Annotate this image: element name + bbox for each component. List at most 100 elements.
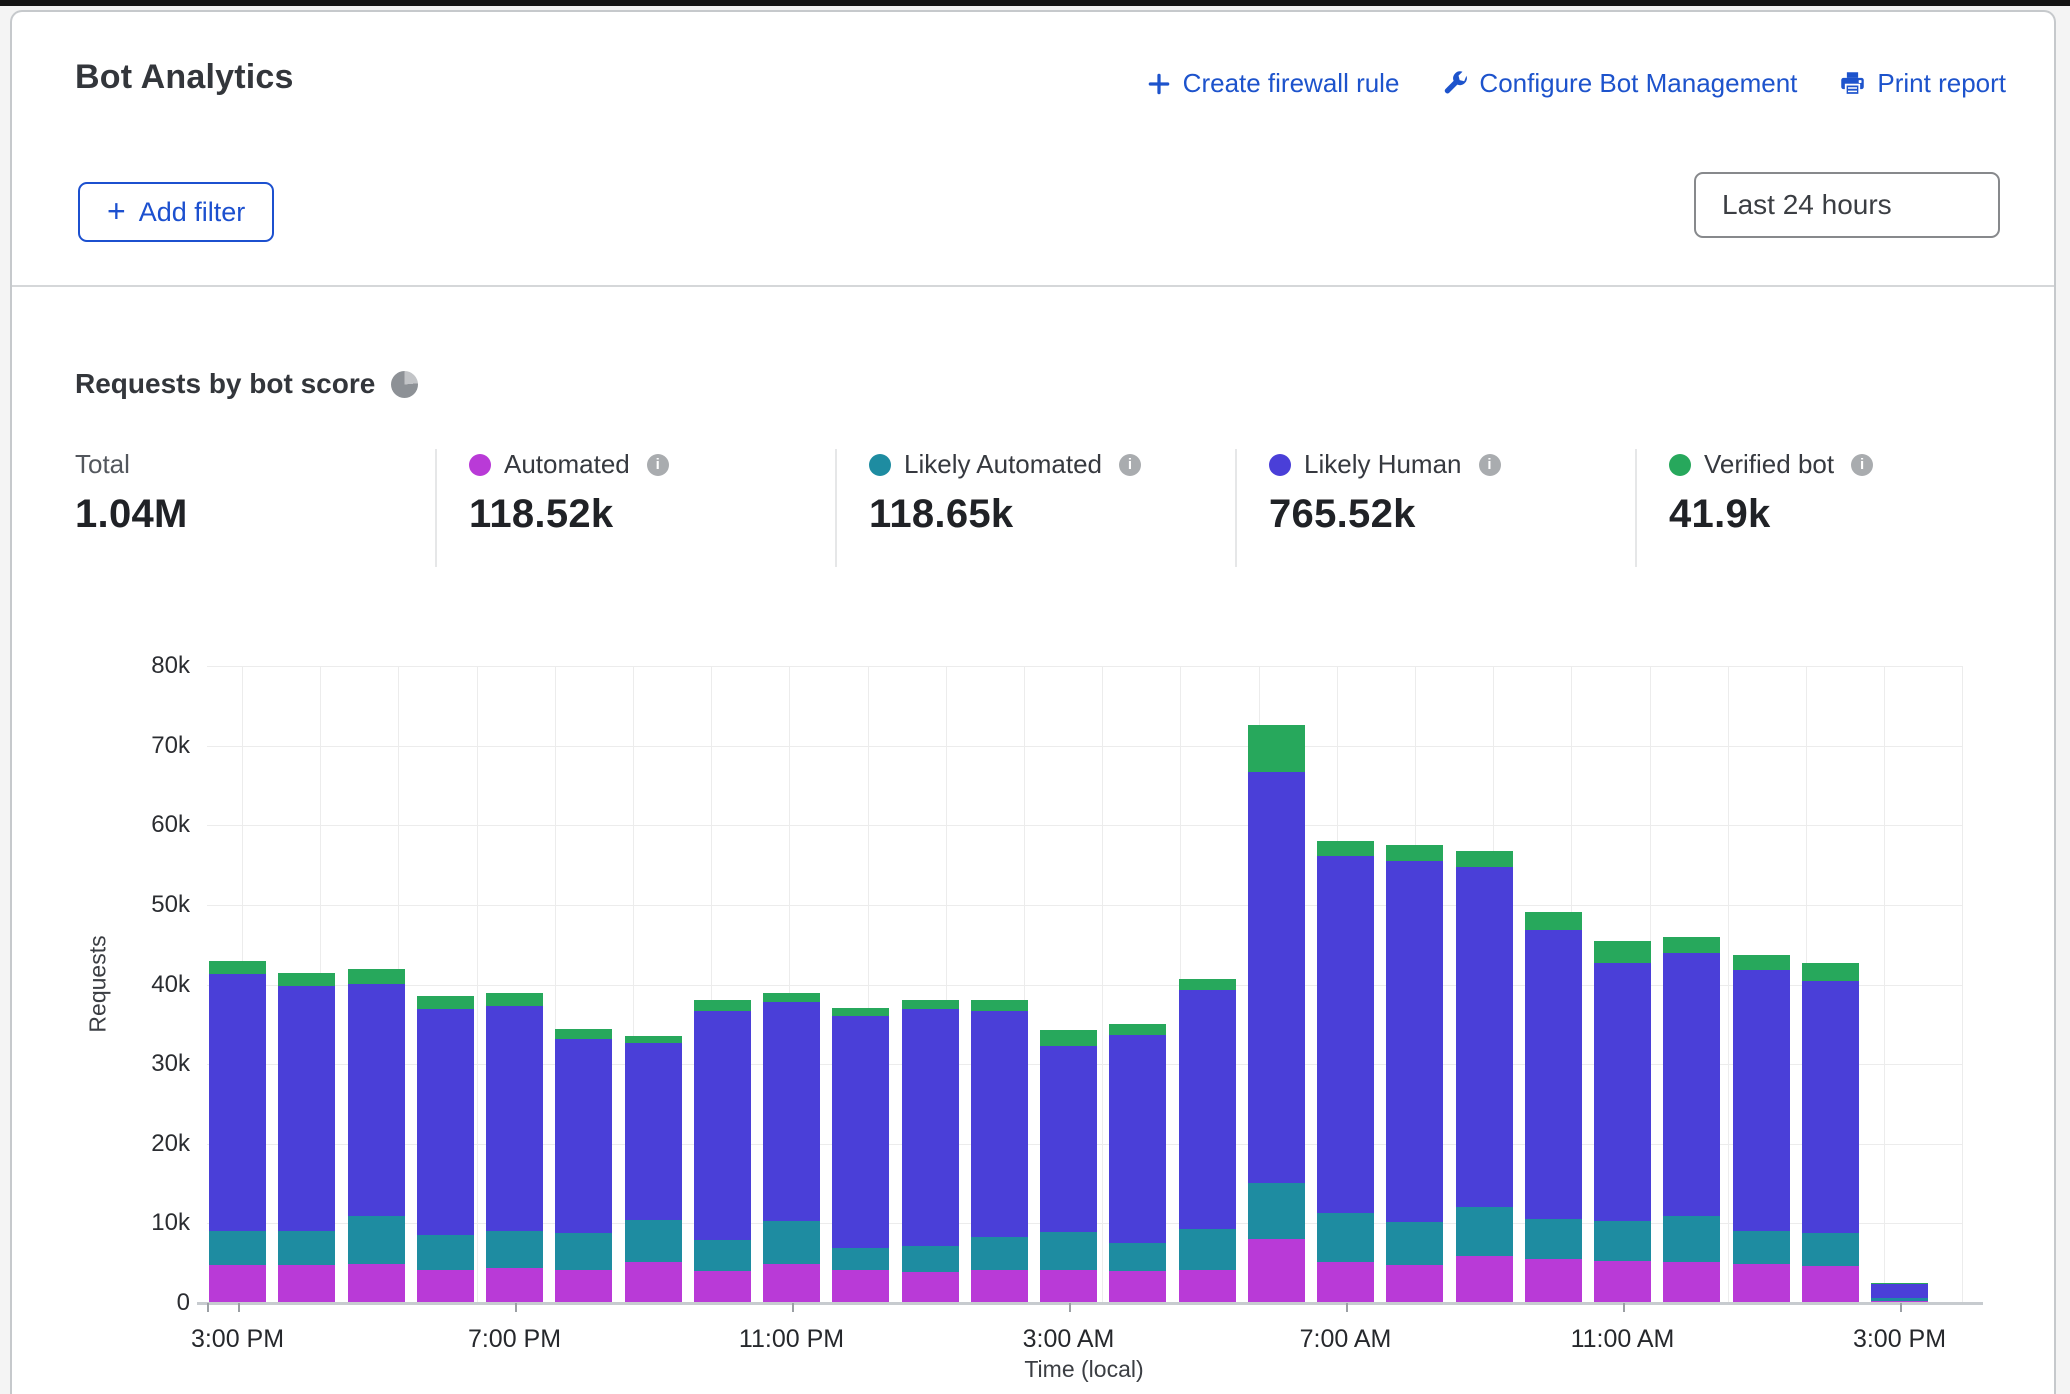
bar-8-00-am (1386, 845, 1443, 1303)
bar-segment-likely-automated (1802, 1233, 1859, 1266)
bar-segment-verified-bot (209, 961, 266, 974)
bar-segment-verified-bot (486, 993, 543, 1006)
info-icon[interactable]: i (1851, 454, 1873, 476)
legend-dot-automated (469, 454, 491, 476)
bar-10-00-pm (694, 1000, 751, 1303)
bar-segment-likely-automated (1663, 1216, 1720, 1261)
bar-segment-likely-automated (1317, 1213, 1374, 1262)
x-tick-label: 11:00 AM (1538, 1325, 1708, 1354)
info-icon[interactable]: i (647, 454, 669, 476)
stat-value: 765.52k (1269, 492, 1501, 537)
bar-segment-likely-human (486, 1006, 543, 1231)
bar-segment-likely-human (1663, 953, 1720, 1217)
y-tick-label: 70k (110, 732, 190, 760)
bar-3-00-pm (1871, 1283, 1928, 1303)
bar-segment-verified-bot (1386, 845, 1443, 861)
bar-segment-likely-automated (625, 1220, 682, 1261)
bar-segment-automated (1802, 1266, 1859, 1303)
configure-bot-management-link[interactable]: Configure Bot Management (1441, 68, 1797, 99)
stat-value: 118.52k (469, 492, 669, 537)
bar-11-00-pm (763, 993, 820, 1303)
bar-6-00-am (1248, 725, 1305, 1303)
axis-tick (1069, 1303, 1071, 1312)
x-axis-line (197, 1302, 1983, 1305)
bar-segment-automated (1663, 1262, 1720, 1303)
bar-segment-automated (555, 1270, 612, 1303)
bar-segment-verified-bot (971, 1000, 1028, 1011)
section-title-row: Requests by bot score (75, 368, 418, 400)
y-tick-label: 0 (110, 1289, 190, 1317)
bar-10-00-am (1525, 912, 1582, 1303)
add-filter-label: Add filter (139, 197, 246, 228)
x-tick-label: 7:00 PM (430, 1325, 600, 1354)
bar-8-00-pm (555, 1029, 612, 1303)
stat-divider (435, 449, 437, 567)
header-divider (12, 285, 2054, 287)
bar-segment-automated (417, 1270, 474, 1303)
bar-2-00-pm (1802, 963, 1859, 1303)
bar-segment-verified-bot (1525, 912, 1582, 930)
y-axis-title: Requests (85, 935, 112, 1032)
bar-segment-likely-human (348, 984, 405, 1217)
stat-label: Total (75, 449, 188, 480)
bar-segment-likely-automated (555, 1233, 612, 1270)
bar-segment-verified-bot (1733, 955, 1790, 970)
bar-segment-likely-automated (1386, 1222, 1443, 1265)
bar-segment-automated (763, 1264, 820, 1303)
x-tick-label: 7:00 AM (1261, 1325, 1431, 1354)
info-icon[interactable]: i (1119, 454, 1141, 476)
y-gridline (207, 746, 1963, 747)
bar-segment-verified-bot (1109, 1024, 1166, 1035)
page-title: Bot Analytics (75, 58, 294, 97)
bar-segment-automated (1733, 1264, 1790, 1303)
link-label: Configure Bot Management (1479, 68, 1797, 99)
bar-segment-likely-automated (1594, 1221, 1651, 1261)
bar-segment-automated (486, 1268, 543, 1303)
add-filter-button[interactable]: + Add filter (78, 182, 274, 242)
bar-segment-automated (625, 1262, 682, 1303)
wrench-icon (1441, 70, 1468, 97)
bar-segment-automated (1040, 1270, 1097, 1303)
bar-segment-likely-human (1733, 970, 1790, 1230)
y-tick-label: 60k (110, 811, 190, 839)
bar-12-00-am (832, 1008, 889, 1303)
bar-segment-automated (832, 1270, 889, 1303)
bar-segment-likely-human (1871, 1284, 1928, 1298)
time-range-select[interactable]: Last 24 hours (1694, 172, 2000, 238)
bar-segment-verified-bot (348, 969, 405, 984)
y-tick-label: 40k (110, 971, 190, 999)
y-gridline (207, 905, 1963, 906)
x-gridline (1728, 666, 1729, 1303)
bar-segment-verified-bot (694, 1000, 751, 1011)
bar-segment-likely-automated (902, 1246, 959, 1271)
bar-4-00-pm (278, 973, 335, 1303)
bar-segment-verified-bot (902, 1000, 959, 1010)
stat-total: Total 1.04M (75, 449, 188, 537)
bar-segment-automated (902, 1272, 959, 1303)
axis-tick (238, 1303, 240, 1312)
print-report-link[interactable]: Print report (1839, 68, 2006, 99)
stat-value: 41.9k (1669, 492, 1873, 537)
bar-segment-likely-human (1040, 1046, 1097, 1232)
bar-segment-verified-bot (1663, 937, 1720, 953)
plus-icon (1146, 71, 1172, 97)
stat-likely-human: Likely Human i 765.52k (1269, 449, 1501, 537)
x-axis-title: Time (local) (1024, 1356, 1143, 1383)
bar-segment-likely-human (832, 1016, 889, 1248)
x-gridline (1102, 666, 1103, 1303)
create-firewall-rule-link[interactable]: Create firewall rule (1146, 68, 1400, 99)
y-tick-label: 20k (110, 1130, 190, 1158)
bar-segment-verified-bot (417, 996, 474, 1009)
y-tick-label: 50k (110, 891, 190, 919)
y-gridline (207, 666, 1963, 667)
bar-segment-automated (1594, 1261, 1651, 1303)
bar-segment-likely-automated (971, 1237, 1028, 1270)
axis-tick (515, 1303, 517, 1312)
pie-chart-icon (391, 371, 418, 398)
bar-segment-likely-automated (348, 1216, 405, 1264)
bar-5-00-pm (348, 969, 405, 1303)
y-tick-label: 10k (110, 1209, 190, 1237)
bar-segment-likely-automated (486, 1231, 543, 1268)
bar-segment-likely-human (1179, 990, 1236, 1229)
info-icon[interactable]: i (1479, 454, 1501, 476)
